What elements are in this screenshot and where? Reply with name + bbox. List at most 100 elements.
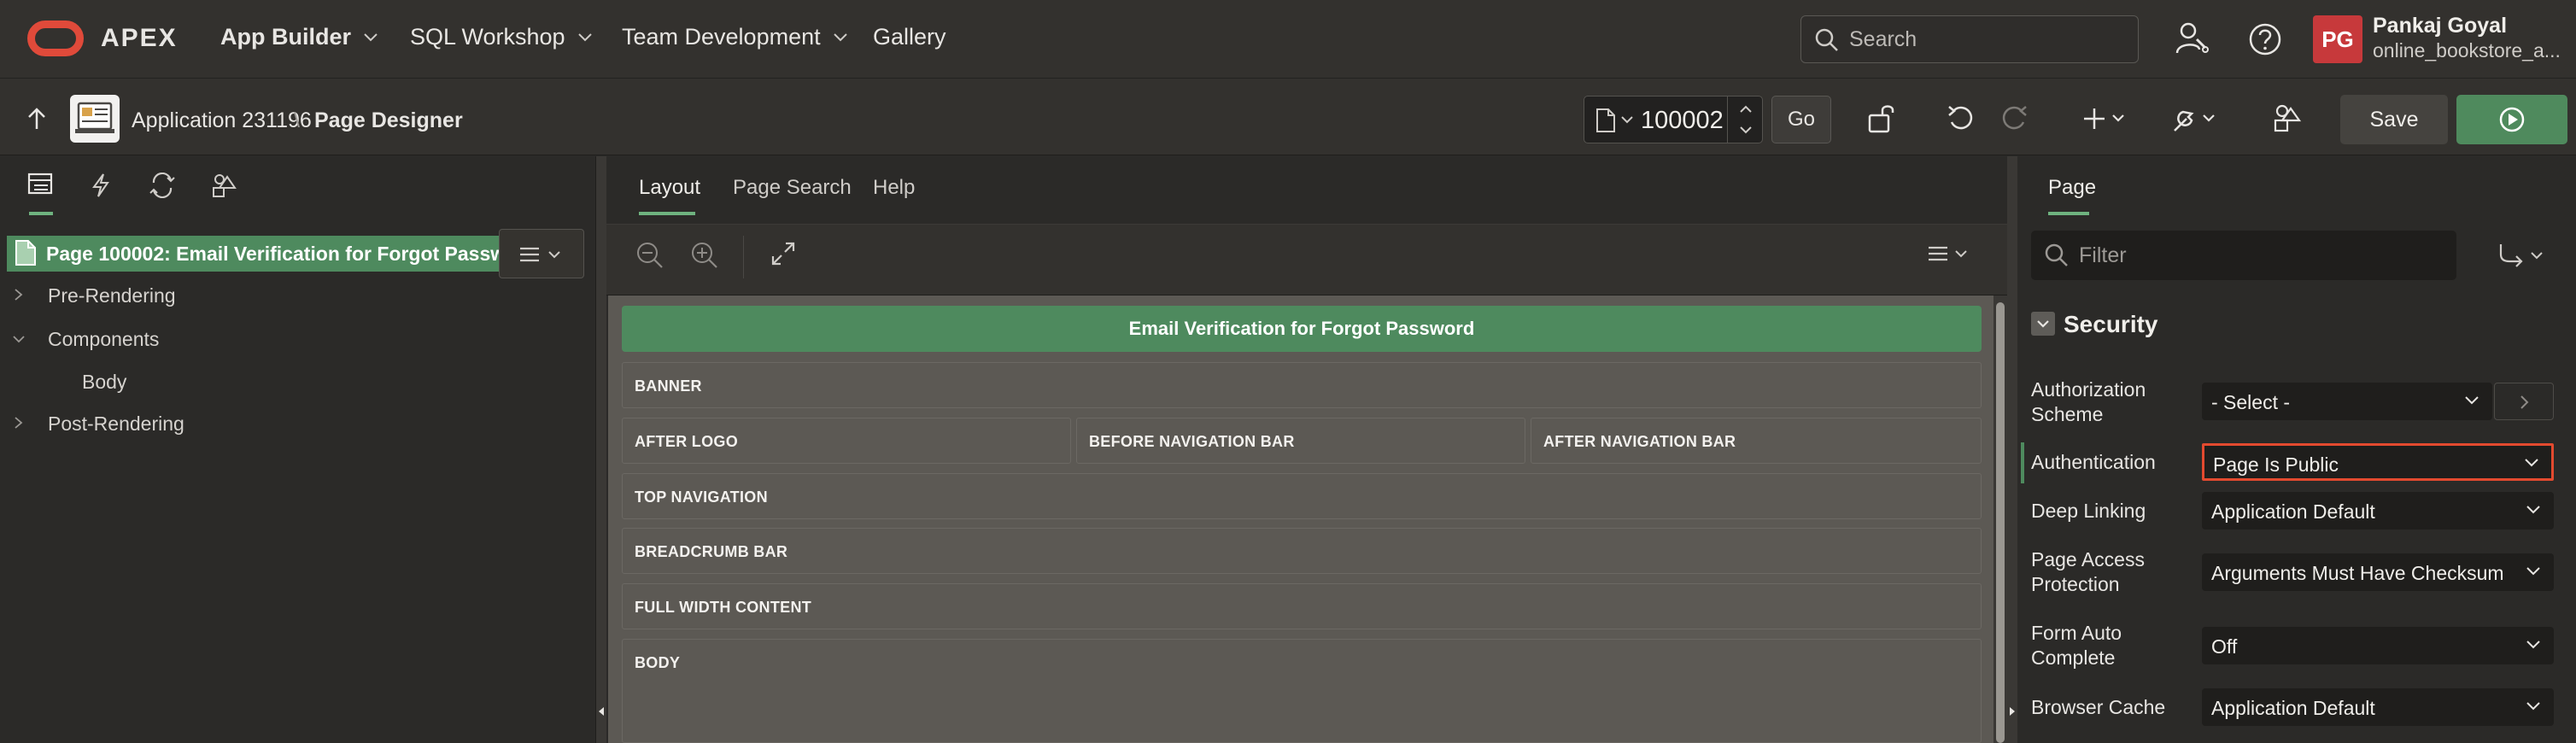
tree-node-components[interactable]: Components <box>48 328 159 351</box>
collapse-security-toggle[interactable] <box>2031 312 2055 336</box>
nav-team-development[interactable]: Team Development <box>622 24 848 50</box>
shared-components-tab-icon[interactable] <box>210 173 237 198</box>
search-input[interactable] <box>1847 25 2121 54</box>
authorization-scheme-value: - Select - <box>2211 391 2291 413</box>
region-body[interactable]: BODY <box>622 639 1982 743</box>
filter-input[interactable] <box>2077 241 2436 270</box>
region-body-label: BODY <box>635 654 681 671</box>
property-filter[interactable] <box>2031 231 2456 280</box>
rendering-tab-indicator <box>29 212 53 215</box>
region-breadcrumb-bar[interactable]: BREADCRUMB BAR <box>622 528 1982 574</box>
global-search[interactable] <box>1800 15 2139 63</box>
search-icon <box>2045 243 2068 266</box>
create-plus-icon[interactable] <box>2084 103 2128 134</box>
page-number-stepper[interactable] <box>1727 96 1763 143</box>
breadcrumb-separator: \ <box>294 108 300 132</box>
go-to-group-icon[interactable] <box>2497 243 2545 268</box>
nav-gallery[interactable]: Gallery <box>873 24 946 50</box>
go-button[interactable]: Go <box>1771 96 1831 143</box>
nav-sql-workshop-label: SQL Workshop <box>410 24 565 50</box>
tree-node-page[interactable]: Page 100002: Email Verification for Forg… <box>7 236 537 272</box>
region-after-logo[interactable]: AFTER LOGO <box>622 418 1071 464</box>
form-auto-complete-select[interactable]: Off <box>2202 627 2554 664</box>
oracle-logo-icon[interactable] <box>27 20 84 56</box>
region-before-navigation-bar[interactable]: BEFORE NAVIGATION BAR <box>1076 418 1525 464</box>
tab-page-properties[interactable]: Page <box>2048 176 2096 200</box>
avatar[interactable]: PG <box>2313 15 2362 63</box>
chevron-right-icon[interactable] <box>14 416 24 430</box>
zoom-in-icon[interactable] <box>690 241 719 270</box>
browser-cache-select[interactable]: Application Default <box>2202 688 2554 726</box>
arrow-up-icon[interactable] <box>26 107 48 131</box>
prop-label-page-access-protection: Page Access Protection <box>2031 548 2145 595</box>
redo-icon[interactable] <box>1999 103 2029 134</box>
lock-page-icon[interactable] <box>1867 103 1896 134</box>
region-banner-label: BANNER <box>635 377 702 395</box>
nav-gallery-label: Gallery <box>873 24 946 50</box>
collapse-right-icon[interactable] <box>2009 706 2016 717</box>
save-button[interactable]: Save <box>2340 95 2448 144</box>
chevron-down-icon <box>2526 641 2540 649</box>
chevron-down-icon <box>2037 320 2049 328</box>
processing-icon[interactable] <box>149 173 176 198</box>
menu-icon <box>520 247 539 262</box>
right-panel-splitter[interactable] <box>2007 156 2017 743</box>
tree-menu-button[interactable] <box>499 229 584 278</box>
region-after-navigation-bar[interactable]: AFTER NAVIGATION BAR <box>1531 418 1982 464</box>
help-icon[interactable] <box>2248 22 2282 56</box>
authentication-select[interactable]: Page Is Public <box>2202 443 2554 481</box>
run-button[interactable] <box>2456 95 2567 144</box>
chevron-down-icon[interactable] <box>1739 125 1753 135</box>
left-panel-splitter[interactable] <box>596 156 606 743</box>
chevron-down-icon[interactable] <box>1954 249 1968 260</box>
chevron-down-icon[interactable] <box>1620 115 1634 126</box>
zoom-out-icon[interactable] <box>635 241 664 270</box>
application-icon[interactable] <box>70 95 120 143</box>
rendering-tab-icon[interactable] <box>27 173 53 195</box>
chevron-down-icon <box>2526 506 2540 514</box>
user-workspace[interactable]: online_bookstore_a... <box>2373 39 2561 62</box>
canvas-scrollbar[interactable] <box>1993 295 2007 743</box>
chevron-right-icon <box>2520 395 2529 409</box>
collapse-left-icon[interactable] <box>598 706 605 717</box>
user-name[interactable]: Pankaj Goyal <box>2373 14 2507 38</box>
tree-node-post-rendering[interactable]: Post-Rendering <box>48 412 184 436</box>
chevron-up-icon[interactable] <box>1739 104 1753 114</box>
prop-label-browser-cache: Browser Cache <box>2031 696 2166 718</box>
chevron-right-icon[interactable] <box>14 288 24 301</box>
page-title-region[interactable]: Email Verification for Forgot Password <box>622 306 1982 352</box>
nav-app-builder[interactable]: App Builder <box>220 24 378 50</box>
toolbar-divider <box>743 236 744 278</box>
nav-team-development-label: Team Development <box>622 24 821 50</box>
authorization-scheme-select[interactable]: - Select - <box>2202 383 2492 420</box>
region-top-navigation[interactable]: TOP NAVIGATION <box>622 473 1982 519</box>
tab-help[interactable]: Help <box>873 176 915 200</box>
tab-layout-indicator <box>639 212 695 215</box>
chevron-down-icon[interactable] <box>12 335 26 345</box>
apex-brand[interactable]: APEX <box>101 24 178 53</box>
page-access-protection-select[interactable]: Arguments Must Have Checksum <box>2202 553 2554 591</box>
tab-page-search[interactable]: Page Search <box>733 176 852 200</box>
undo-icon[interactable] <box>1946 103 1976 134</box>
tree-node-body[interactable]: Body <box>82 371 126 394</box>
nav-sql-workshop[interactable]: SQL Workshop <box>410 24 593 50</box>
prop-label-deep-linking: Deep Linking <box>2031 500 2146 522</box>
region-full-width-content[interactable]: FULL WIDTH CONTENT <box>622 583 1982 629</box>
developer-tools-icon[interactable] <box>2175 20 2209 56</box>
utilities-wrench-icon[interactable] <box>2171 103 2219 134</box>
region-banner[interactable]: BANNER <box>622 362 1982 408</box>
scrollbar-thumb[interactable] <box>1996 302 2005 743</box>
form-auto-complete-value: Off <box>2211 635 2238 658</box>
region-after-navigation-bar-label: AFTER NAVIGATION BAR <box>1543 433 1736 450</box>
authorization-scheme-lookup-button[interactable] <box>2494 383 2554 420</box>
deep-linking-select[interactable]: Application Default <box>2202 492 2554 529</box>
tab-page-indicator <box>2048 212 2089 215</box>
menu-icon[interactable] <box>1927 245 1949 262</box>
shared-components-icon[interactable] <box>2272 103 2303 134</box>
dynamic-actions-icon[interactable] <box>91 173 111 198</box>
tree-node-pre-rendering[interactable]: Pre-Rendering <box>48 284 176 307</box>
expand-icon[interactable] <box>770 241 796 266</box>
breadcrumb-application[interactable]: Application 231196 <box>132 108 312 133</box>
tab-layout[interactable]: Layout <box>639 176 700 200</box>
prop-label-authorization-scheme: Authorization Scheme <box>2031 378 2146 425</box>
